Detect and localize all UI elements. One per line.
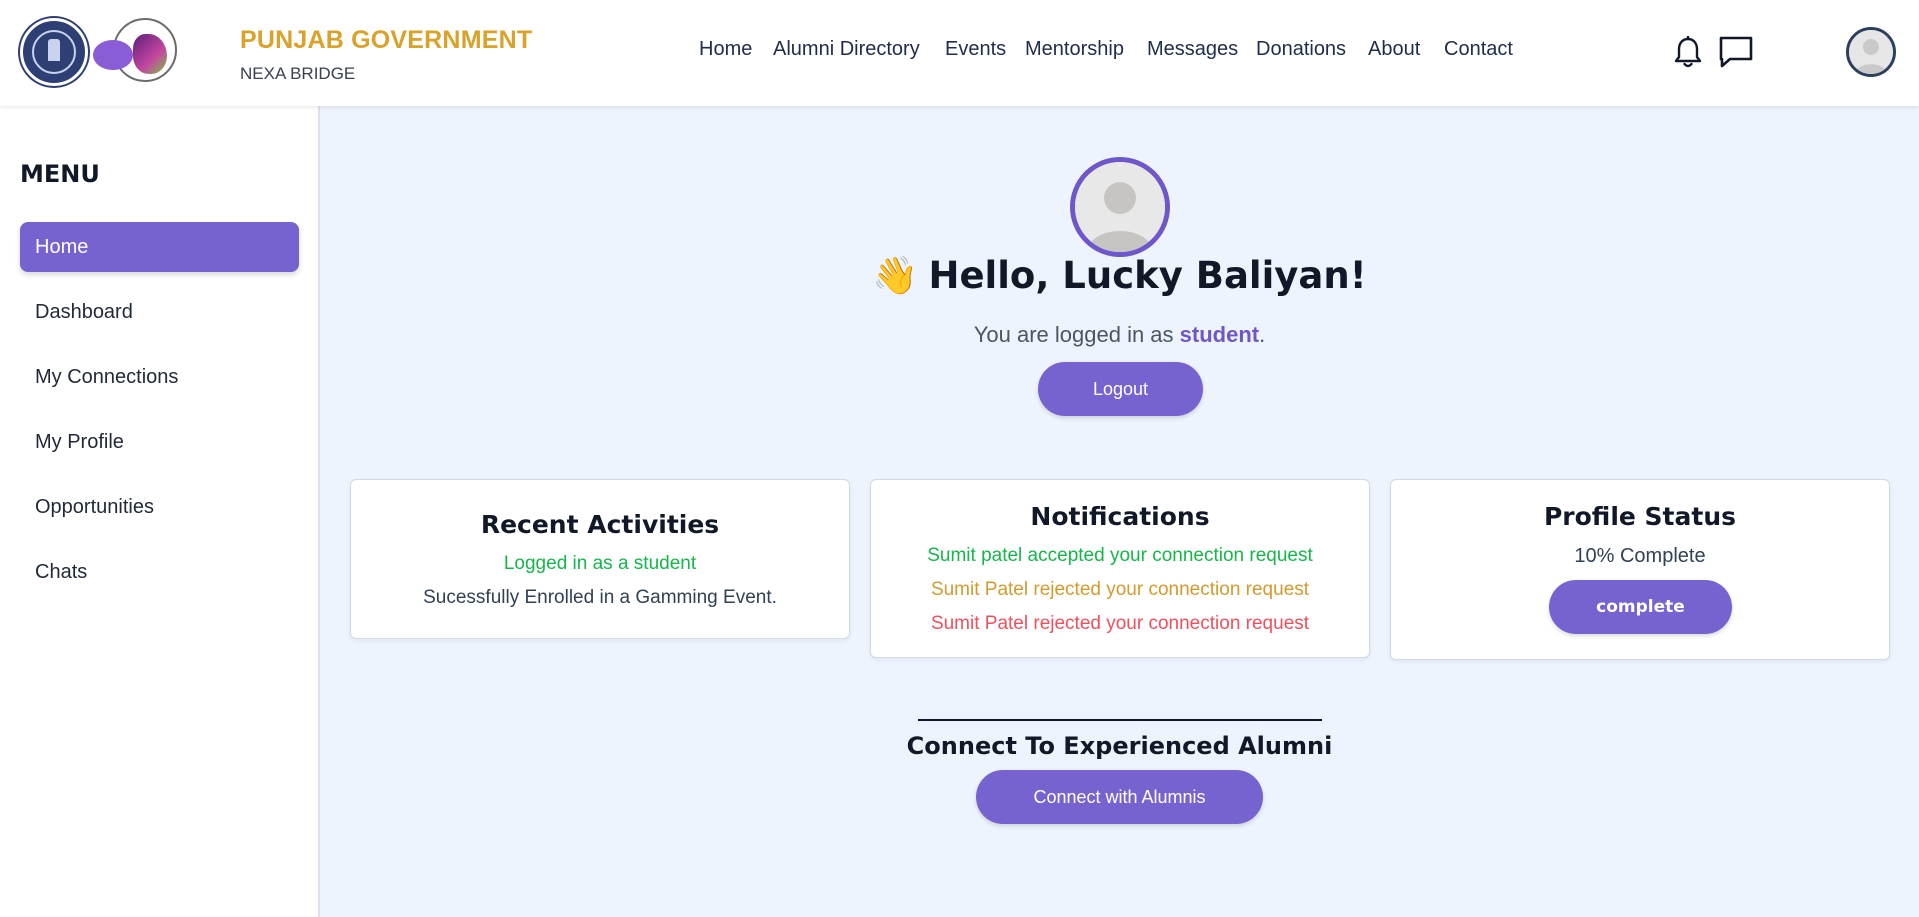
- user-avatar[interactable]: [1846, 27, 1896, 77]
- notification-item: Sumit patel accepted your connection req…: [927, 545, 1313, 566]
- punjab-emblem-logo: [20, 18, 88, 86]
- logout-button[interactable]: Logout: [1038, 362, 1203, 416]
- sidebar-item-my-connections[interactable]: My Connections: [20, 352, 299, 402]
- recent-activities-card: Recent Activities Logged in as a student…: [350, 479, 850, 639]
- nav-events[interactable]: Events: [945, 38, 1006, 61]
- nav-alumni-directory[interactable]: Alumni Directory: [773, 38, 920, 61]
- bell-icon[interactable]: [1673, 36, 1703, 70]
- login-status: You are logged in as student.: [0, 322, 1919, 348]
- sidebar: MENU Home Dashboard My Connections My Pr…: [0, 106, 320, 917]
- nav-about[interactable]: About: [1368, 38, 1420, 61]
- greeting-heading: 👋 Hello, Lucky Baliyan!: [0, 254, 1919, 298]
- activity-item: Sucessfully Enrolled in a Gamming Event.: [423, 587, 777, 608]
- profile-completion-text: 10% Complete: [1574, 545, 1706, 567]
- sidebar-item-chats[interactable]: Chats: [20, 547, 299, 597]
- notifications-title: Notifications: [1030, 502, 1210, 531]
- nav-donations[interactable]: Donations: [1256, 38, 1346, 61]
- complete-profile-button[interactable]: complete: [1549, 580, 1732, 634]
- notifications-card: Notifications Sumit patel accepted your …: [870, 479, 1370, 658]
- brand-title: PUNJAB GOVERNMENT: [240, 26, 533, 54]
- user-role: student: [1179, 322, 1260, 347]
- notification-item: Sumit Patel rejected your connection req…: [930, 613, 1310, 634]
- nav-mentorship[interactable]: Mentorship: [1025, 38, 1124, 61]
- message-icon[interactable]: [1718, 35, 1754, 69]
- login-status-suffix: .: [1259, 322, 1266, 347]
- profile-status-title: Profile Status: [1543, 502, 1737, 531]
- notification-item: Sumit Patel rejected your connection req…: [930, 579, 1310, 600]
- sidebar-item-opportunities[interactable]: Opportunities: [20, 482, 299, 532]
- nav-messages[interactable]: Messages: [1147, 38, 1238, 61]
- profile-status-card: Profile Status 10% Complete complete: [1390, 479, 1890, 660]
- wave-icon: 👋: [872, 254, 919, 297]
- login-status-prefix: You are logged in as: [973, 322, 1180, 347]
- menu-title: MENU: [20, 160, 100, 188]
- top-header: PUNJAB GOVERNMENT NEXA BRIDGE Home Alumn…: [0, 0, 1919, 106]
- greeting-text: Hello, Lucky Baliyan!: [928, 254, 1367, 297]
- connect-with-alumni-button[interactable]: Connect with Alumnis: [976, 770, 1263, 824]
- recent-activities-title: Recent Activities: [480, 510, 720, 539]
- sidebar-item-my-profile[interactable]: My Profile: [20, 417, 299, 467]
- brand-subtitle: NEXA BRIDGE: [240, 64, 356, 83]
- nav-home[interactable]: Home: [699, 38, 752, 61]
- connect-alumni-heading: Connect To Experienced Alumni: [906, 732, 1333, 760]
- nexa-bridge-logo: [93, 18, 177, 86]
- nav-contact[interactable]: Contact: [1444, 38, 1513, 61]
- activity-item: Logged in as a student: [503, 553, 697, 574]
- profile-avatar: [1070, 157, 1170, 257]
- section-divider: [918, 719, 1322, 721]
